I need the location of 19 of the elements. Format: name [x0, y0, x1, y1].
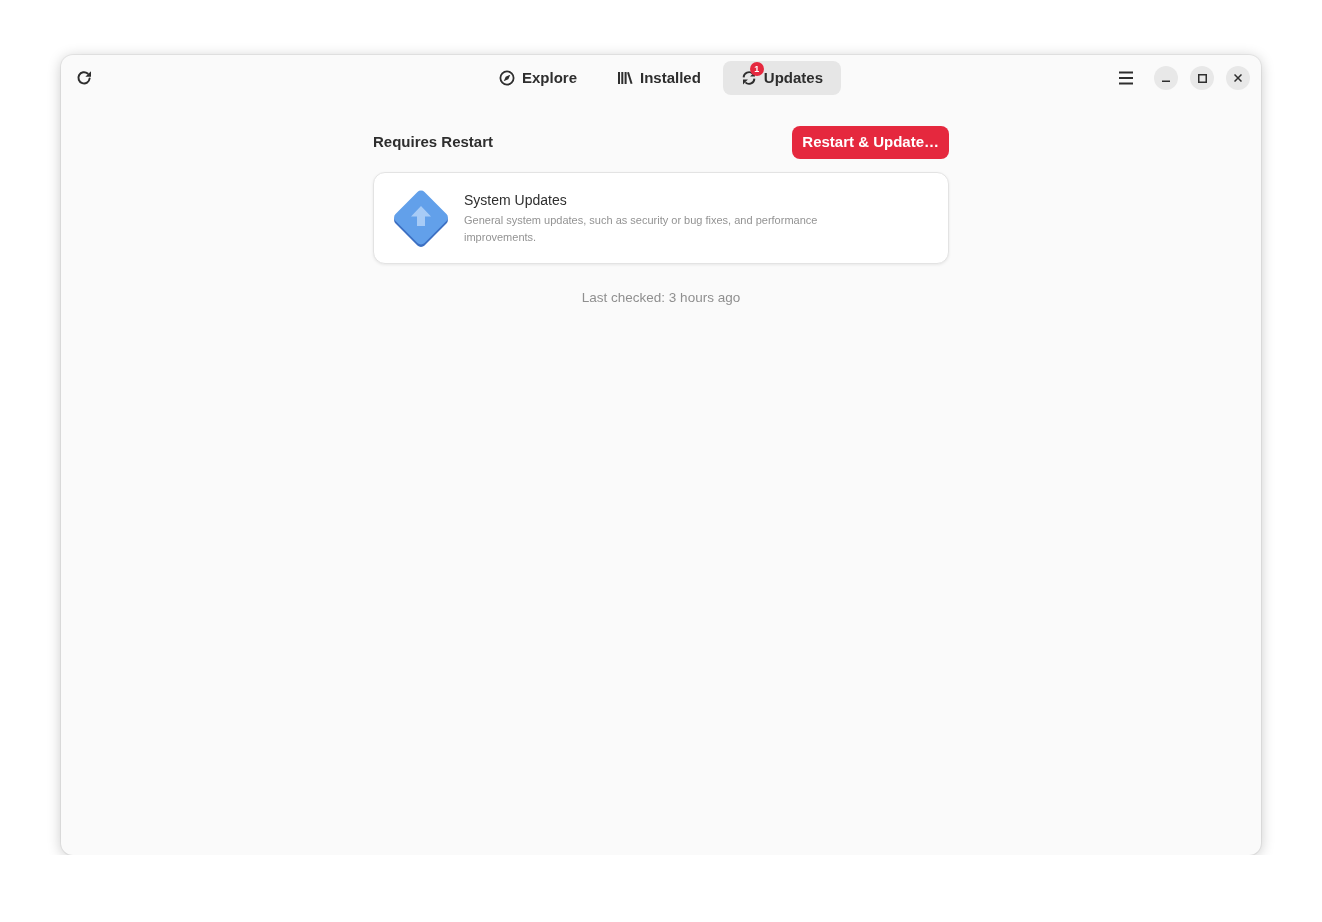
update-card[interactable]: System Updates General system updates, such as security or bug fixes, and performance improvements.	[373, 172, 949, 264]
minimize-button[interactable]	[1154, 66, 1178, 90]
books-icon	[617, 70, 633, 86]
last-checked-text: Last checked: 3 hours ago	[581, 289, 741, 307]
update-title: System Updates	[464, 191, 568, 210]
close-button[interactable]	[1226, 66, 1250, 90]
close-icon	[1234, 74, 1242, 82]
tab[interactable]: Explore	[480, 61, 595, 95]
restart-update-button[interactable]: Restart & Update…	[792, 126, 949, 159]
tab[interactable]: Installed	[599, 61, 719, 95]
menu-icon	[1118, 71, 1134, 85]
compass-icon	[498, 70, 515, 86]
tab[interactable]: 1 Updates	[722, 61, 842, 95]
maximize-button[interactable]	[1190, 66, 1214, 90]
section-heading: Requires Restart	[373, 132, 494, 153]
refresh-icon	[76, 70, 92, 86]
update-description: General system updates, such as security or bug fixes, and performance improvements.	[464, 213, 819, 245]
maximize-icon	[1197, 73, 1207, 83]
notification-badge: 1	[749, 62, 764, 76]
